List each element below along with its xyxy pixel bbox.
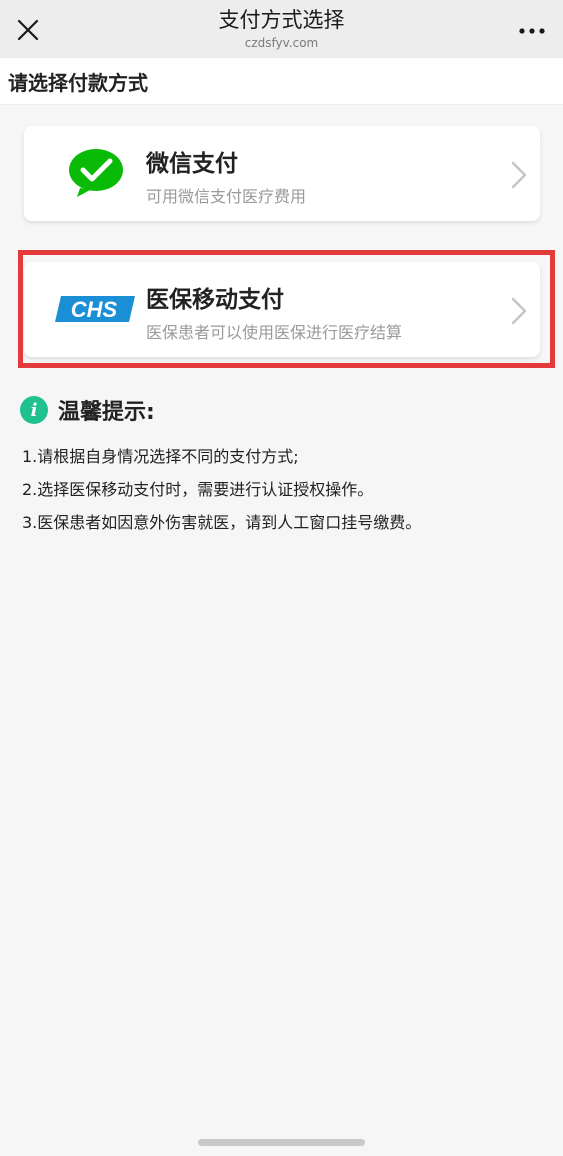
chs-logo-text: CHS	[71, 297, 118, 322]
section-title: 请选择付款方式	[8, 70, 148, 95]
more-button[interactable]	[515, 14, 549, 48]
payment-option-wechat[interactable]: 微信支付 可用微信支付医疗费用	[24, 126, 540, 221]
chevron-right-icon	[511, 161, 527, 189]
chs-logo: CHS	[46, 276, 146, 342]
payment-option-desc: 可用微信支付医疗费用	[146, 187, 307, 206]
tip-item: 2.选择医保移动支付时，需要进行认证授权操作。	[22, 480, 374, 499]
payment-option-name: 医保移动支付	[146, 287, 284, 313]
top-nav-bar: 支付方式选择 czdsfyv.com	[0, 0, 563, 58]
more-icon	[519, 28, 545, 34]
tip-item: 3.医保患者如因意外伤害就医，请到人工窗口挂号缴费。	[22, 513, 422, 532]
tip-item: 1.请根据自身情况选择不同的支付方式;	[22, 447, 299, 466]
tips-header: i 温馨提示:	[20, 394, 155, 426]
home-indicator[interactable]	[198, 1139, 365, 1146]
payment-option-desc: 医保患者可以使用医保进行医疗结算	[146, 323, 403, 342]
page-domain: czdsfyv.com	[244, 36, 319, 50]
wechat-pay-icon	[46, 140, 146, 206]
payment-option-name: 微信支付	[146, 151, 238, 177]
page-title: 支付方式选择	[218, 8, 345, 32]
section-header: 请选择付款方式	[0, 58, 563, 105]
tips-list: 1.请根据自身情况选择不同的支付方式; 2.选择医保移动支付时，需要进行认证授权…	[22, 444, 552, 543]
title-block: 支付方式选择 czdsfyv.com	[0, 6, 563, 51]
payment-option-medical-insurance[interactable]: CHS 医保移动支付 医保患者可以使用医保进行医疗结算	[24, 262, 540, 357]
chevron-right-icon	[511, 297, 527, 325]
info-icon: i	[20, 396, 48, 424]
tips-title: 温馨提示:	[58, 400, 155, 425]
